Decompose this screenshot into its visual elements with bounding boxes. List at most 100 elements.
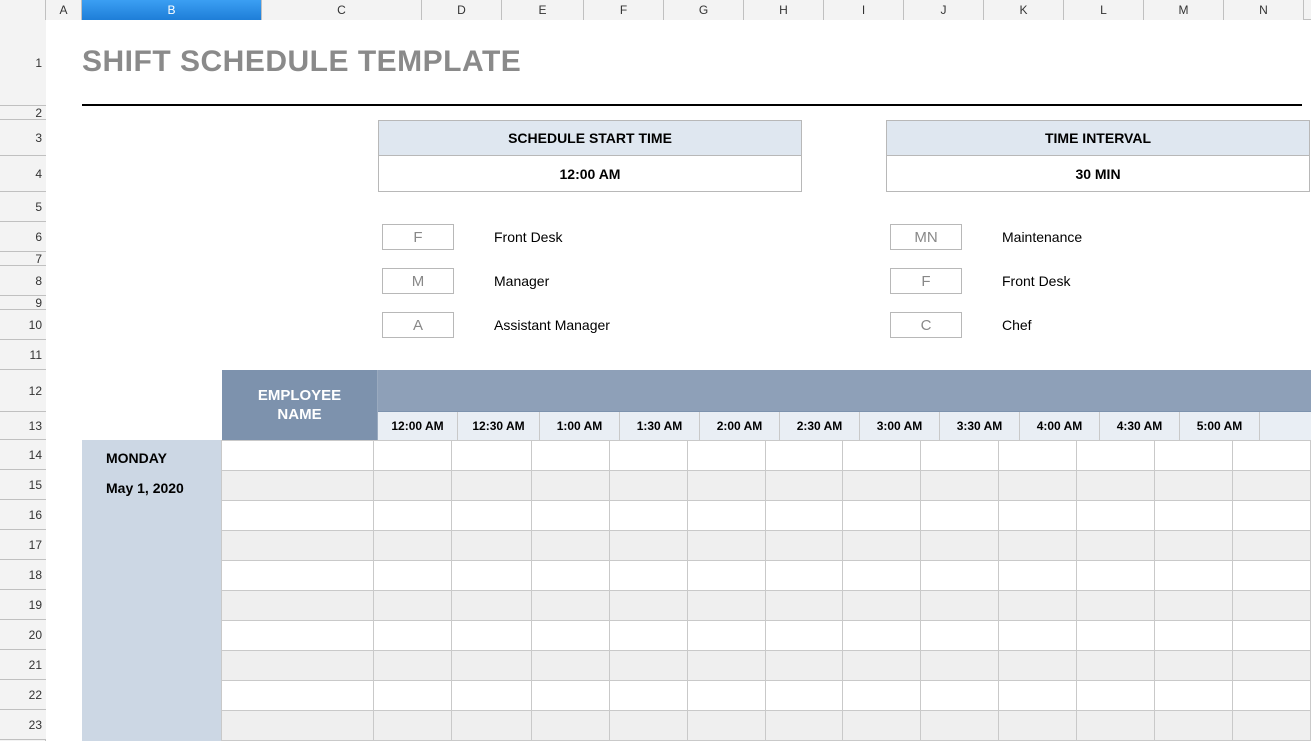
shift-cell[interactable] <box>610 621 688 650</box>
row-header-4[interactable]: 4 <box>0 156 46 192</box>
column-header-c[interactable]: C <box>262 0 422 20</box>
column-header-f[interactable]: F <box>584 0 664 20</box>
shift-cell[interactable] <box>999 621 1077 650</box>
column-header-a[interactable]: A <box>46 0 82 20</box>
shift-cell[interactable] <box>1155 621 1233 650</box>
row-header-10[interactable]: 10 <box>0 310 46 340</box>
shift-cell[interactable] <box>999 501 1077 530</box>
table-row[interactable] <box>222 651 1311 681</box>
shift-cell[interactable] <box>1155 531 1233 560</box>
shift-cell[interactable] <box>1233 591 1311 620</box>
column-header-d[interactable]: D <box>422 0 502 20</box>
shift-cell[interactable] <box>843 591 921 620</box>
shift-cell[interactable] <box>1077 681 1155 710</box>
legend-code-box[interactable]: F <box>382 224 454 250</box>
shift-cell[interactable] <box>610 531 688 560</box>
shift-cell[interactable] <box>766 501 844 530</box>
shift-cell[interactable] <box>374 621 452 650</box>
shift-cell[interactable] <box>1077 561 1155 590</box>
shift-cell[interactable] <box>688 591 766 620</box>
employee-name-cell[interactable] <box>222 621 374 650</box>
shift-cell[interactable] <box>610 561 688 590</box>
column-header-g[interactable]: G <box>664 0 744 20</box>
shift-cell[interactable] <box>1155 471 1233 500</box>
shift-cell[interactable] <box>532 441 610 470</box>
shift-cell[interactable] <box>1077 651 1155 680</box>
column-header-m[interactable]: M <box>1144 0 1224 20</box>
row-header-12[interactable]: 12 <box>0 370 46 412</box>
shift-cell[interactable] <box>374 561 452 590</box>
shift-cell[interactable] <box>610 501 688 530</box>
table-row[interactable] <box>222 561 1311 591</box>
row-header-11[interactable]: 11 <box>0 340 46 370</box>
shift-cell[interactable] <box>999 561 1077 590</box>
row-header-21[interactable]: 21 <box>0 650 46 680</box>
shift-cell[interactable] <box>766 651 844 680</box>
shift-cell[interactable] <box>921 531 999 560</box>
shift-cell[interactable] <box>921 501 999 530</box>
shift-cell[interactable] <box>1233 471 1311 500</box>
shift-cell[interactable] <box>999 531 1077 560</box>
shift-cell[interactable] <box>532 651 610 680</box>
table-row[interactable] <box>222 591 1311 621</box>
shift-cell[interactable] <box>921 441 999 470</box>
table-row[interactable] <box>222 471 1311 501</box>
shift-cell[interactable] <box>999 591 1077 620</box>
shift-cell[interactable] <box>1077 621 1155 650</box>
shift-cell[interactable] <box>766 621 844 650</box>
shift-cell[interactable] <box>532 531 610 560</box>
shift-cell[interactable] <box>1077 711 1155 740</box>
column-header-b[interactable]: B <box>82 0 262 20</box>
shift-cell[interactable] <box>1077 441 1155 470</box>
shift-cell[interactable] <box>1155 441 1233 470</box>
row-header-23[interactable]: 23 <box>0 710 46 740</box>
row-header-20[interactable]: 20 <box>0 620 46 650</box>
employee-name-cell[interactable] <box>222 591 374 620</box>
shift-cell[interactable] <box>374 441 452 470</box>
shift-cell[interactable] <box>532 501 610 530</box>
shift-cell[interactable] <box>1233 681 1311 710</box>
shift-cell[interactable] <box>1233 561 1311 590</box>
shift-cell[interactable] <box>766 711 844 740</box>
shift-cell[interactable] <box>1155 561 1233 590</box>
shift-cell[interactable] <box>1155 711 1233 740</box>
shift-cell[interactable] <box>688 531 766 560</box>
column-header-k[interactable]: K <box>984 0 1064 20</box>
shift-cell[interactable] <box>1233 531 1311 560</box>
shift-cell[interactable] <box>452 711 532 740</box>
shift-cell[interactable] <box>532 591 610 620</box>
shift-cell[interactable] <box>452 681 532 710</box>
column-header-j[interactable]: J <box>904 0 984 20</box>
legend-code-box[interactable]: F <box>890 268 962 294</box>
shift-cell[interactable] <box>766 531 844 560</box>
row-header-5[interactable]: 5 <box>0 192 46 222</box>
row-header-9[interactable]: 9 <box>0 296 46 310</box>
shift-cell[interactable] <box>688 711 766 740</box>
shift-cell[interactable] <box>766 561 844 590</box>
shift-cell[interactable] <box>688 501 766 530</box>
shift-cell[interactable] <box>1155 591 1233 620</box>
shift-cell[interactable] <box>688 651 766 680</box>
row-header-13[interactable]: 13 <box>0 412 46 440</box>
shift-cell[interactable] <box>766 471 844 500</box>
shift-cell[interactable] <box>843 441 921 470</box>
legend-code-box[interactable]: MN <box>890 224 962 250</box>
shift-cell[interactable] <box>843 561 921 590</box>
shift-cell[interactable] <box>1077 531 1155 560</box>
shift-cell[interactable] <box>999 711 1077 740</box>
shift-cell[interactable] <box>532 561 610 590</box>
table-row[interactable] <box>222 501 1311 531</box>
shift-cell[interactable] <box>688 441 766 470</box>
row-header-15[interactable]: 15 <box>0 470 46 500</box>
column-header-n[interactable]: N <box>1224 0 1304 20</box>
shift-cell[interactable] <box>999 441 1077 470</box>
row-header-8[interactable]: 8 <box>0 266 46 296</box>
shift-cell[interactable] <box>1155 681 1233 710</box>
shift-cell[interactable] <box>999 471 1077 500</box>
row-header-16[interactable]: 16 <box>0 500 46 530</box>
shift-cell[interactable] <box>921 711 999 740</box>
employee-name-cell[interactable] <box>222 561 374 590</box>
shift-cell[interactable] <box>374 711 452 740</box>
shift-cell[interactable] <box>374 471 452 500</box>
column-header-l[interactable]: L <box>1064 0 1144 20</box>
